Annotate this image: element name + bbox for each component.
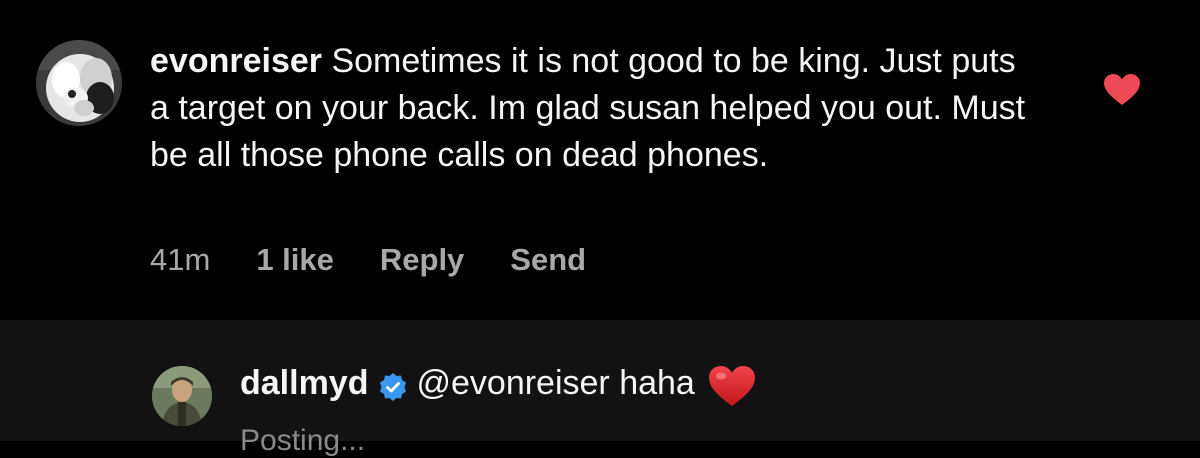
sheepdog-avatar-image xyxy=(36,40,122,126)
posting-status: Posting... xyxy=(240,424,366,457)
red-heart-emoji xyxy=(708,366,755,408)
comment: evonreiser Sometimes it is not good to b… xyxy=(0,0,1200,320)
reply-username[interactable]: dallmyd xyxy=(240,360,368,406)
send-button[interactable]: Send xyxy=(510,242,586,278)
like-count[interactable]: 1 like xyxy=(256,242,334,278)
avatar[interactable] xyxy=(36,40,122,126)
reply-button[interactable]: Reply xyxy=(380,242,464,278)
comment-meta: 41m 1 like Reply Send xyxy=(150,240,586,280)
heart-filled-icon xyxy=(1104,74,1140,105)
comment-time: 41m xyxy=(150,242,211,277)
reply-body: dallmyd @evonreiser haha xyxy=(240,360,755,406)
reply-text: @evonreiser haha xyxy=(416,364,695,402)
reply: dallmyd @evonreiser haha Posting... xyxy=(0,320,1200,457)
comment-username[interactable]: evonreiser xyxy=(150,42,322,80)
profile-photo-image xyxy=(152,366,212,426)
comment-body: evonreiser Sometimes it is not good to b… xyxy=(150,38,1030,179)
like-button[interactable] xyxy=(1104,74,1140,106)
verified-badge-icon xyxy=(378,368,408,401)
avatar[interactable] xyxy=(152,366,212,426)
